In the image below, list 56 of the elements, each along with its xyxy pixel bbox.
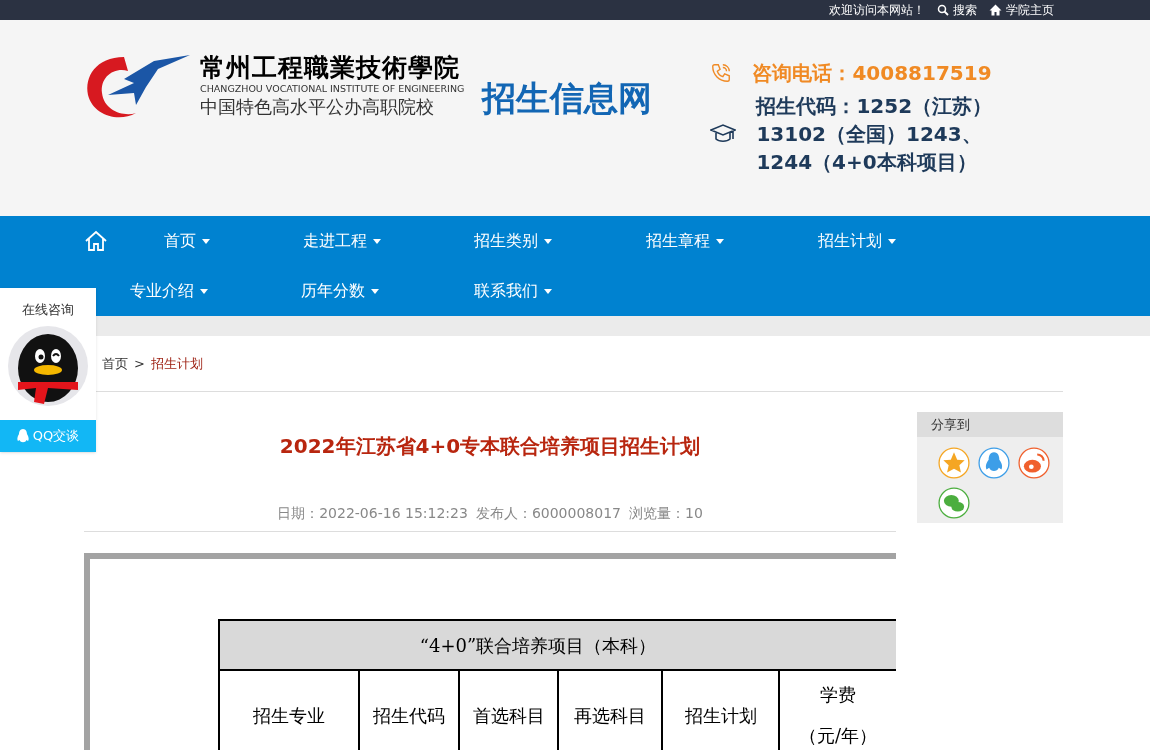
nav-item[interactable]: 历年分数 (301, 279, 379, 303)
caret-icon (202, 238, 210, 244)
star-share-icon[interactable] (938, 447, 970, 479)
nav-item[interactable]: 专业介绍 (130, 279, 208, 303)
caret-icon (544, 288, 552, 294)
site-title: 招生信息网 (482, 77, 653, 120)
widget-title: 在线咨询 (22, 301, 74, 319)
meta-text: 发布人：6000008017 (475, 504, 621, 523)
caret-icon (371, 288, 379, 294)
weibo-share-icon[interactable] (1018, 447, 1050, 479)
meta-text: 日期：2022-06-16 15:12:23 (277, 504, 468, 523)
phone-icon (710, 62, 733, 84)
caret-icon (716, 238, 724, 244)
header-text: （元/年） (798, 724, 878, 748)
caret-icon (888, 238, 896, 244)
caret-icon (544, 238, 552, 244)
home-icon[interactable] (84, 230, 108, 252)
admission-code: 1244（4+0本科项目） (756, 149, 978, 176)
penguin-avatar-icon (8, 325, 88, 406)
table-header-cell: 招生代码 (360, 671, 460, 750)
admission-code: 招生代码：1252（江苏） (756, 93, 993, 120)
table-header-cell: 首选科目 (460, 671, 559, 750)
article-title: 2022年江苏省4+0专本联合培养项目招生计划 (278, 433, 702, 460)
penguin-icon (16, 429, 29, 443)
nav-item[interactable]: 招生类别 (474, 229, 552, 253)
graduation-cap-icon (710, 123, 737, 145)
table-header-cell: 招生专业 (220, 671, 360, 750)
qq-share-icon[interactable] (978, 447, 1010, 479)
logo-name: 常州工程職業技術學院 (200, 53, 461, 83)
top-link[interactable]: 学院主页 (989, 1, 1054, 19)
logo-english: CHANGZHOU VOCATIONAL INSTITUTE OF ENGINEERING (200, 83, 465, 95)
meta-text: 浏览量：10 (628, 504, 703, 523)
welcome-text: 欢迎访问本网站！ (829, 2, 925, 19)
nav-item[interactable]: 招生章程 (646, 229, 724, 253)
table-header-cell: 招生计划 (663, 671, 780, 750)
breadcrumb-link[interactable]: 首页 (102, 353, 128, 374)
admission-code: 13102（全国）1243、 (756, 121, 983, 148)
phone-number: 咨询电话：4008817519 (752, 60, 992, 87)
nav-item[interactable]: 首页 (164, 229, 210, 253)
nav-item[interactable]: 走进工程 (303, 229, 381, 253)
home-icon (989, 4, 1002, 16)
qq-chat-button[interactable]: QQ交谈 (0, 420, 96, 452)
nav-item[interactable]: 招生计划 (818, 229, 896, 253)
caret-icon (200, 288, 208, 294)
breadcrumb-link[interactable]: 招生计划 (150, 353, 203, 374)
search-icon (937, 4, 949, 16)
wechat-share-icon[interactable] (938, 487, 970, 519)
share-title: 分享到 (917, 412, 1063, 437)
nav-item[interactable]: 联系我们 (474, 279, 552, 303)
table-caption: “4+0”联合培养项目（本科） (218, 619, 896, 671)
top-link[interactable]: 搜索 (937, 1, 977, 19)
table-header-cell: 再选科目 (559, 671, 663, 750)
breadcrumb-separator: > (134, 354, 145, 373)
caret-icon (373, 238, 381, 244)
logo-slogan: 中国特色高水平公办高职院校 (200, 95, 435, 119)
header-text: 学费 (820, 683, 856, 707)
